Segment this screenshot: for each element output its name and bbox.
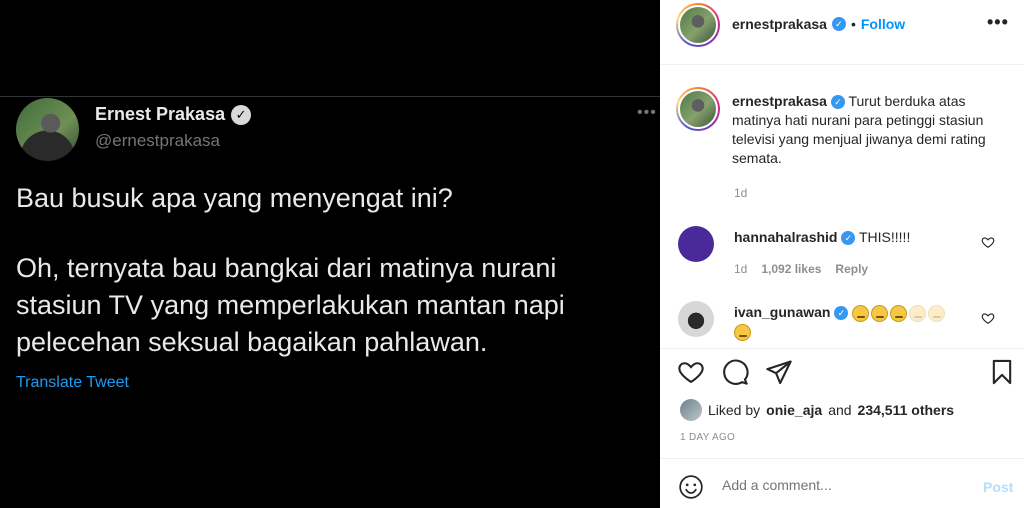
comment: hannahalrashid ✓ THIS!!!!! [734, 228, 984, 247]
verified-icon: ✓ [841, 231, 856, 246]
comment-text: THIS!!!!! [859, 229, 911, 245]
emoji-icon[interactable] [678, 474, 704, 500]
author-avatar[interactable] [676, 3, 720, 47]
comment-input[interactable] [722, 477, 942, 493]
likes-summary: Liked by onie_aja and 234,511 others [680, 399, 954, 421]
tweet-paragraph: Bau busuk apa yang menyengat ini? [16, 183, 453, 213]
liker-avatar[interactable] [680, 399, 702, 421]
add-comment-bar: Post [660, 458, 1024, 508]
tweet-display-name: Ernest Prakasa [95, 104, 226, 124]
verified-icon: ✓ [231, 104, 252, 125]
comment-avatar[interactable] [678, 301, 714, 337]
comment: ivan_gunawan ✓ [734, 303, 974, 341]
sad-face-icon [909, 304, 927, 322]
post-image[interactable]: Ernest Prakasa ✓ @ernestprakasa ••• Bau … [0, 0, 660, 508]
comment-time[interactable]: 1d [734, 262, 747, 276]
divider [660, 64, 1024, 65]
post-header: ernestprakasa ✓ • Follow [732, 16, 905, 32]
bookmark-icon[interactable] [988, 358, 1016, 386]
verified-icon: ✓ [831, 17, 846, 31]
sad-face-icon [890, 304, 908, 322]
tweet-paragraph: Oh, ternyata bau bangkai dari matinya nu… [16, 253, 565, 357]
comment-username[interactable]: hannahalrashid [734, 229, 837, 245]
tweet-handle: @ernestprakasa [95, 131, 220, 150]
comment-likes[interactable]: 1,092 likes [761, 262, 821, 276]
more-icon: ••• [637, 104, 657, 121]
comment-username[interactable]: ivan_gunawan [734, 304, 830, 320]
caption-time[interactable]: 1d [734, 186, 747, 200]
author-username[interactable]: ernestprakasa [732, 16, 827, 32]
likes-prefix: Liked by [708, 402, 761, 418]
caption-username[interactable]: ernestprakasa [732, 93, 827, 109]
follow-button[interactable]: Follow [861, 16, 905, 32]
comment-icon[interactable] [721, 358, 749, 386]
separator-dot: • [850, 16, 856, 32]
sad-face-icon [928, 304, 946, 322]
caption: ernestprakasa ✓ Turut berduka atas matin… [732, 92, 1002, 168]
comment-avatar[interactable] [678, 226, 714, 262]
reply-button[interactable]: Reply [835, 262, 868, 276]
more-options-icon[interactable]: ••• [987, 12, 1009, 33]
caption-avatar[interactable] [676, 87, 720, 131]
divider [0, 96, 660, 97]
divider [660, 348, 1024, 349]
likes-others-link[interactable]: 234,511 others [858, 402, 955, 418]
post-date[interactable]: 1 DAY AGO [680, 432, 735, 443]
post-comment-button[interactable]: Post [983, 479, 1013, 495]
tweet-avatar [16, 98, 79, 161]
heart-icon[interactable] [677, 358, 705, 386]
like-comment-icon[interactable] [981, 311, 995, 325]
like-comment-icon[interactable] [981, 235, 995, 249]
share-icon[interactable] [765, 358, 793, 386]
sad-face-icon [734, 323, 751, 341]
sad-face-icon [852, 304, 870, 322]
verified-icon: ✓ [830, 95, 845, 110]
post-side-panel: ernestprakasa ✓ • Follow ••• ernestpraka… [660, 0, 1024, 508]
likes-middle: and [828, 402, 852, 418]
tweet-text: Bau busuk apa yang menyengat ini? Oh, te… [16, 180, 646, 361]
comment-meta: 1d 1,092 likes Reply [734, 262, 868, 276]
sad-face-icon [871, 304, 889, 322]
translate-tweet-link: Translate Tweet [16, 374, 129, 391]
verified-icon: ✓ [834, 306, 849, 321]
liker-username[interactable]: onie_aja [766, 402, 822, 418]
tweet-name-row: Ernest Prakasa ✓ [95, 104, 252, 125]
